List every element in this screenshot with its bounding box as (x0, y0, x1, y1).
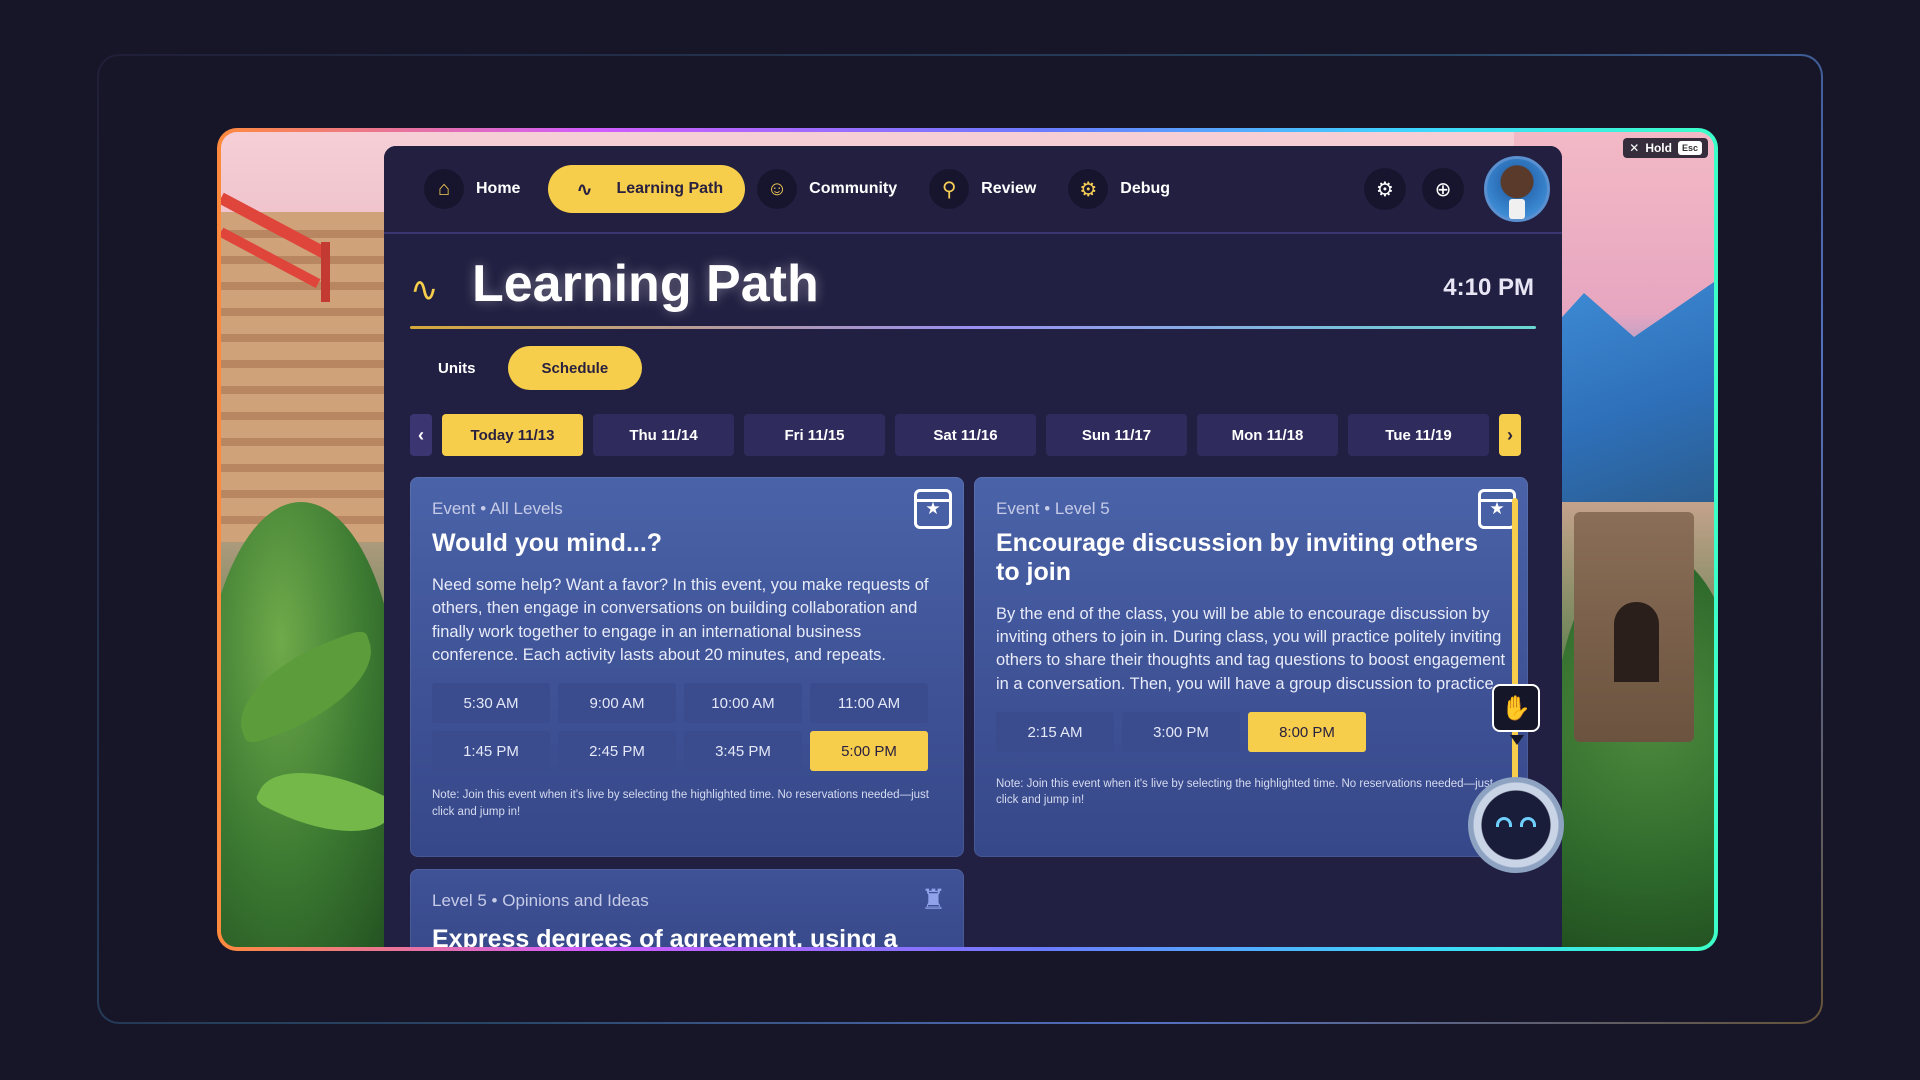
event-note: Note: Join this event when it's live by … (996, 778, 1493, 807)
calendar-star-icon[interactable]: ★ (914, 489, 952, 529)
page-title: Learning Path (472, 255, 819, 313)
game-scene: ✕ Hold Esc ⌂ Home ∿ Learning Path ☺ Comm… (221, 132, 1714, 947)
time-slot-button[interactable]: 11:00 AM (810, 683, 928, 724)
time-slot-button[interactable]: 3:00 PM (1122, 712, 1240, 753)
people-icon: ☺ (757, 169, 798, 209)
subtabs: Units Schedule (384, 332, 1562, 404)
event-level: Event • All Levels (432, 499, 563, 518)
hold-label: Hold (1645, 141, 1672, 155)
unit-level: Level 5 • Opinions and Ideas (432, 891, 649, 910)
home-icon: ⌂ (424, 169, 464, 209)
day-tab[interactable]: Tue 11/19 (1348, 414, 1489, 456)
trophy-icon: ♜ (920, 884, 946, 915)
gear-icon: ⚙ (1068, 169, 1109, 209)
gate-post (321, 242, 330, 302)
clock: 4:10 PM (1443, 274, 1534, 301)
temple-stairs (221, 212, 396, 542)
time-slot-button[interactable]: 2:15 AM (996, 712, 1114, 753)
time-slot-button[interactable]: 9:00 AM (558, 683, 676, 724)
hold-esc-hint[interactable]: ✕ Hold Esc (1623, 138, 1708, 158)
prev-day-button[interactable]: ‹ (410, 414, 432, 456)
header: ∿ Learning Path 4:10 PM (384, 234, 1562, 332)
event-note: Note: Join this event when it's live by … (432, 789, 929, 818)
day-tab[interactable]: Mon 11/18 (1197, 414, 1338, 456)
robot-eye-icon (1496, 817, 1512, 827)
event-description: By the end of the class, you will be abl… (996, 604, 1506, 693)
path-icon: ∿ (576, 178, 593, 201)
nav-community-label: Community (809, 180, 898, 197)
magnifier-icon: ⚲ (929, 169, 970, 209)
time-slot-button[interactable]: 1:45 PM (432, 731, 550, 772)
esc-key: Esc (1677, 141, 1702, 155)
nav-debug[interactable]: ⚙ Debug (1064, 165, 1190, 213)
raise-hand-button[interactable]: ✋ (1492, 684, 1540, 732)
day-tab[interactable]: Sun 11/17 (1046, 414, 1187, 456)
time-slot-button-live[interactable]: 5:00 PM (810, 731, 928, 772)
nav-review-label: Review (981, 180, 1037, 197)
time-slot-button[interactable]: 3:45 PM (684, 731, 802, 772)
top-nav: ⌂ Home ∿ Learning Path ☺ Community ⚲ Rev… (384, 146, 1562, 234)
robot-assistant[interactable] (1468, 777, 1564, 873)
header-divider (410, 326, 1536, 329)
learning-path-panel: ⌂ Home ∿ Learning Path ☺ Community ⚲ Rev… (384, 146, 1562, 947)
nav-debug-label: Debug (1120, 180, 1171, 197)
settings-icon: ⚙ (1376, 178, 1394, 201)
day-tab[interactable]: Thu 11/14 (593, 414, 734, 456)
chevron-right-icon: › (1507, 424, 1513, 445)
path-icon: ∿ (410, 271, 439, 309)
event-level: Event • Level 5 (996, 499, 1110, 518)
nav-learning-path-label: Learning Path (616, 180, 724, 197)
time-slot-button[interactable]: 2:45 PM (558, 731, 676, 772)
event-title: Would you mind...? (432, 529, 663, 557)
time-slot-button[interactable]: 5:30 AM (432, 683, 550, 724)
next-day-button[interactable]: › (1499, 414, 1521, 456)
tab-schedule[interactable]: Schedule (507, 346, 643, 390)
time-slots: 5:30 AM 9:00 AM 10:00 AM 11:00 AM 1:45 P… (432, 683, 942, 772)
day-tab[interactable]: Sat 11/16 (895, 414, 1036, 456)
help-button[interactable]: ⊕ (1422, 168, 1464, 210)
pointer-icon (1510, 735, 1524, 745)
day-selector: ‹ Today 11/13 Thu 11/14 Fri 11/15 Sat 11… (384, 408, 1562, 462)
game-viewport: ✕ Hold Esc ⌂ Home ∿ Learning Path ☺ Comm… (217, 128, 1718, 951)
nav-home[interactable]: ⌂ Home (420, 165, 540, 213)
day-tab[interactable]: Fri 11/15 (744, 414, 885, 456)
chevron-left-icon: ‹ (418, 424, 424, 445)
robot-eye-icon (1520, 817, 1536, 827)
scrollbar[interactable] (1512, 498, 1518, 818)
settings-button[interactable]: ⚙ (1364, 168, 1406, 210)
unit-title: Express degrees of agreement, using a (432, 925, 898, 947)
day-tab-today[interactable]: Today 11/13 (442, 414, 583, 456)
nav-learning-path[interactable]: ∿ Learning Path (548, 165, 746, 213)
tab-units[interactable]: Units (430, 346, 484, 390)
calendar-star-icon[interactable]: ★ (1478, 489, 1516, 529)
unit-card[interactable]: ♜ Level 5 • Opinions and Ideas Express d… (410, 869, 964, 947)
event-card: ★ Event • Level 5 Encourage discussion b… (974, 477, 1528, 857)
nav-home-label: Home (476, 180, 521, 197)
hand-icon: ✋ (1501, 694, 1531, 722)
nav-review[interactable]: ⚲ Review (925, 165, 1056, 213)
event-card: ★ Event • All Levels Would you mind...? … (410, 477, 964, 857)
time-slot-button[interactable]: 10:00 AM (684, 683, 802, 724)
time-slots: 2:15 AM 3:00 PM 8:00 PM (996, 712, 1506, 753)
time-slot-button-live[interactable]: 8:00 PM (1248, 712, 1366, 753)
user-avatar[interactable] (1484, 156, 1550, 222)
event-description: Need some help? Want a favor? In this ev… (432, 575, 929, 665)
nav-community[interactable]: ☺ Community (753, 165, 917, 213)
ruin-arch (1614, 602, 1659, 682)
event-title: Encourage discussion by inviting others … (996, 529, 1479, 586)
collapse-icon: ✕ (1629, 141, 1640, 155)
lifebuoy-icon: ⊕ (1434, 178, 1452, 201)
